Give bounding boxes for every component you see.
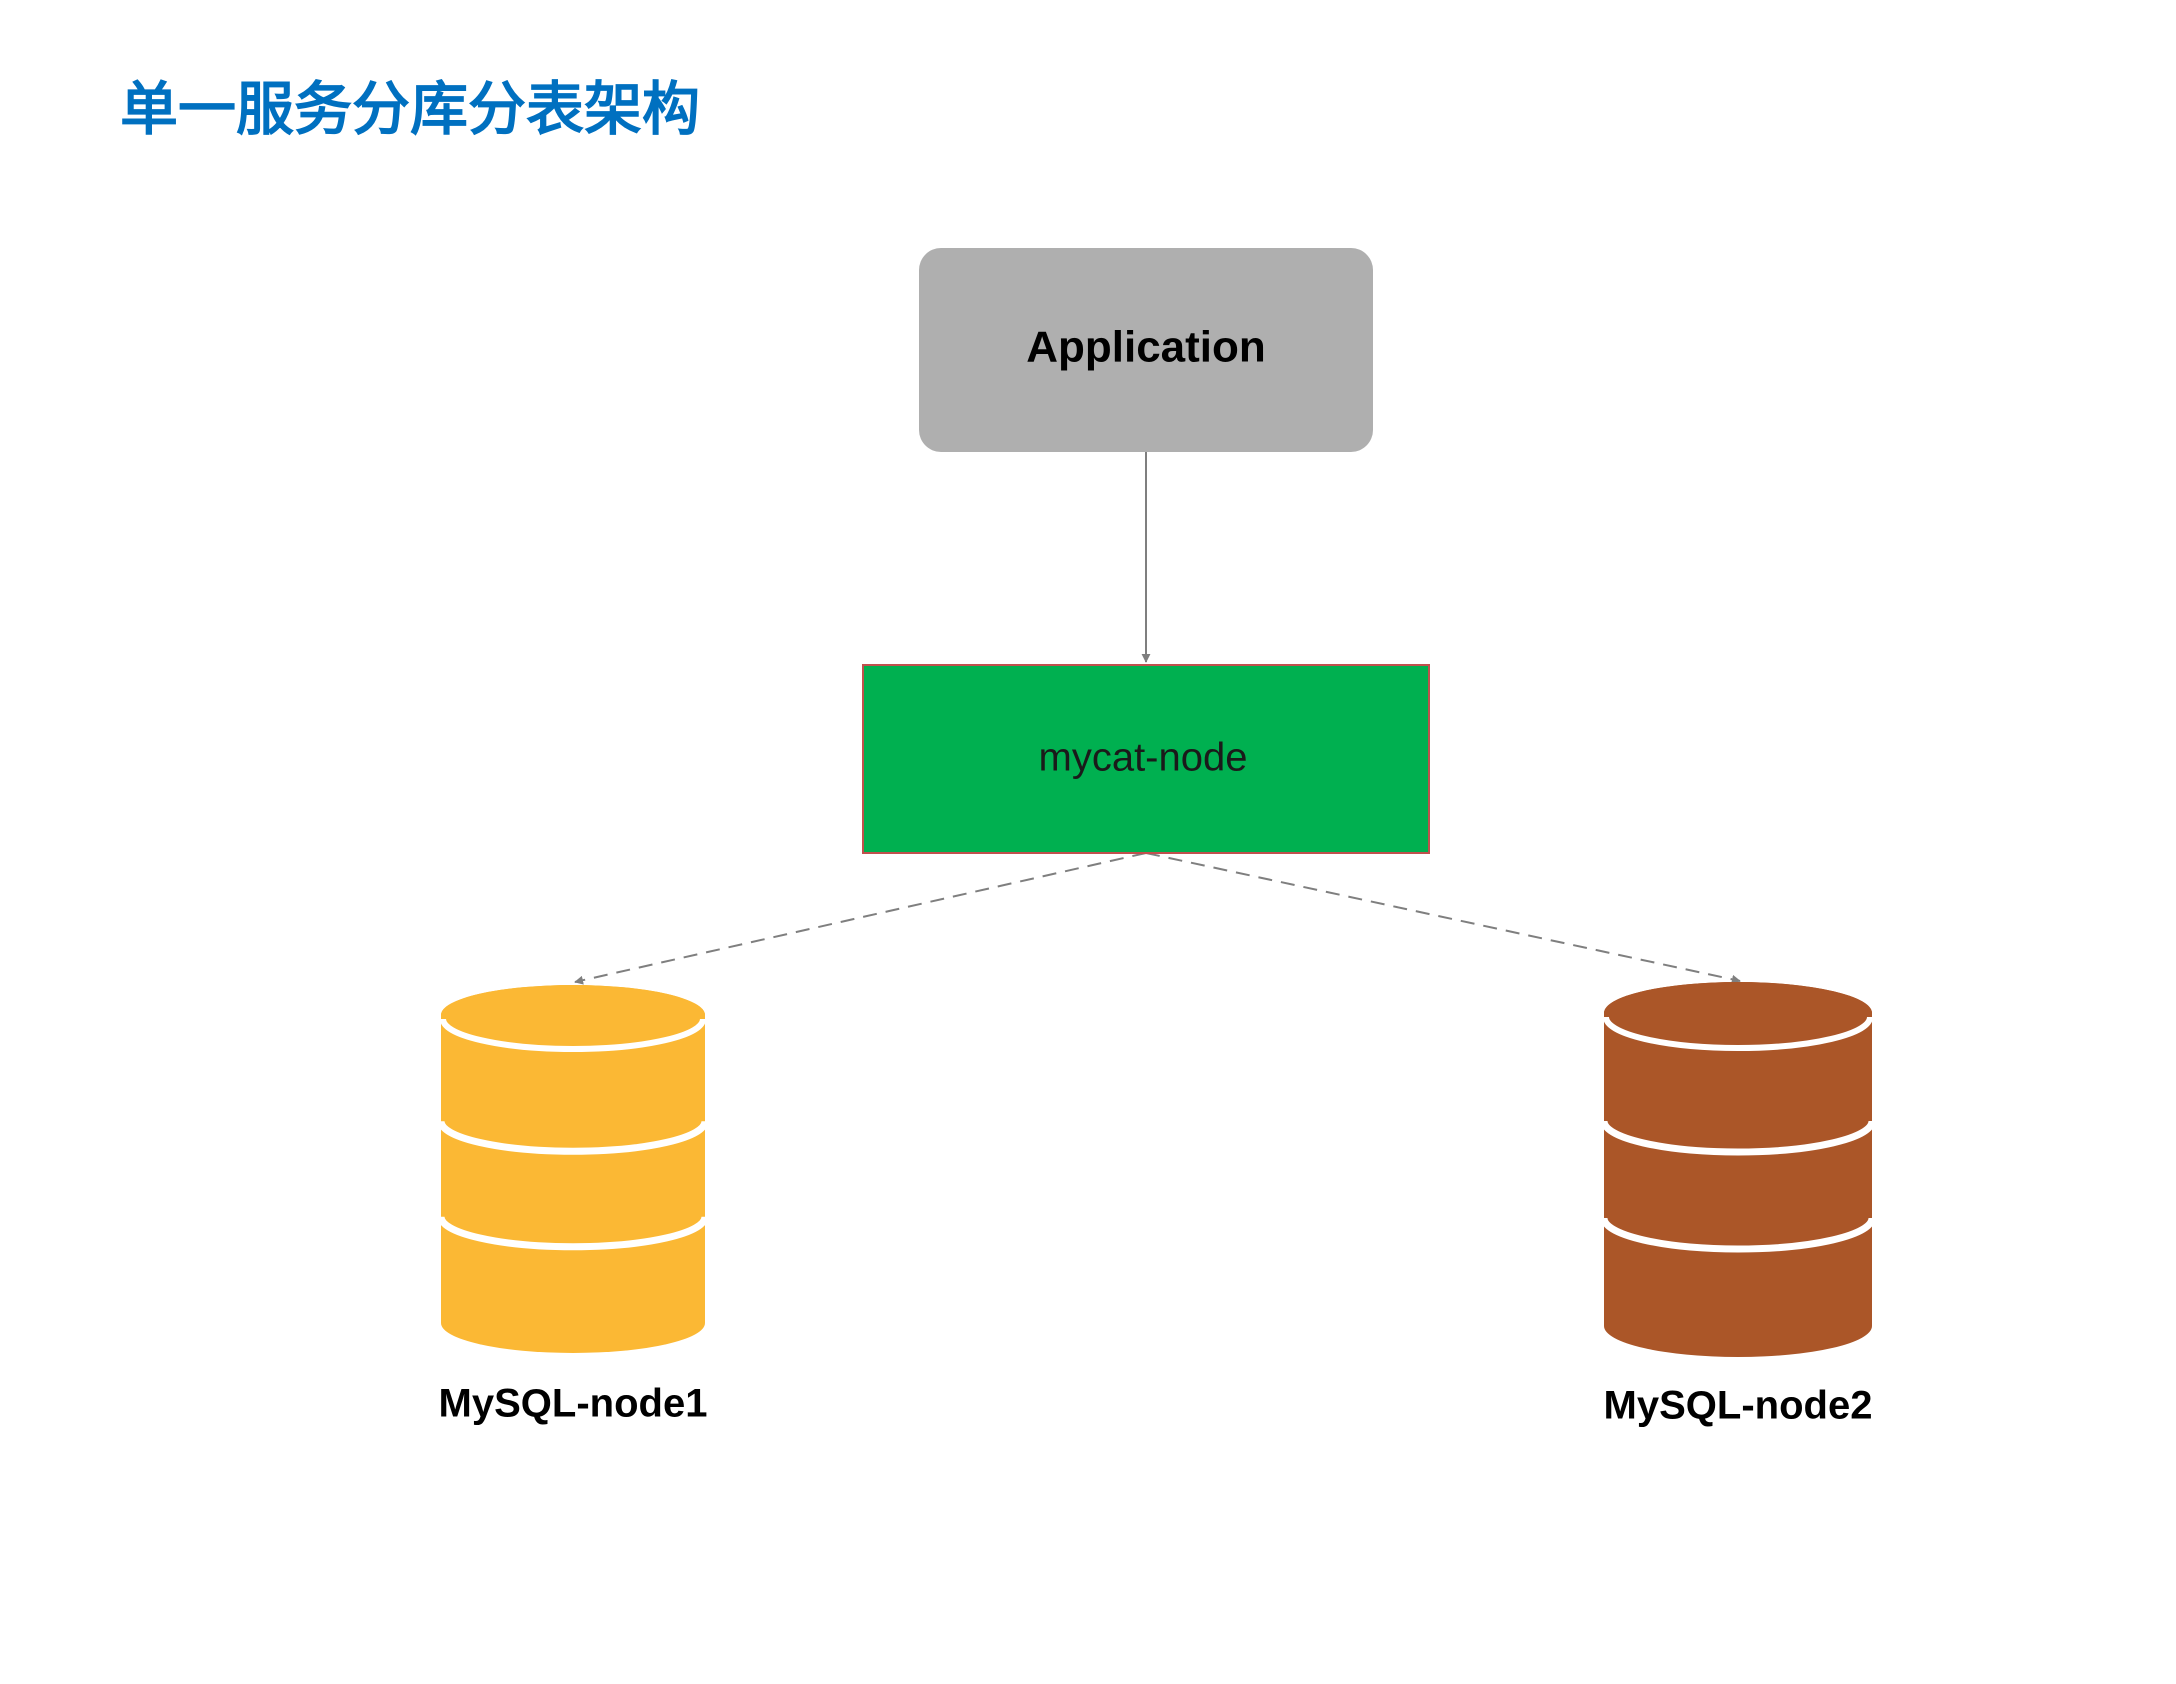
architecture-diagram: Application mycat-node MySQL-node1 MySQL… (437, 248, 1876, 1428)
edge-mycat-to-mysql-node2 (1145, 852, 1741, 984)
edge-mycat-to-mysql-node1 (574, 852, 1147, 985)
mysql-node2[interactable]: MySQL-node2 (1600, 982, 1876, 1428)
application-node[interactable]: Application (919, 248, 1373, 452)
mycat-label: mycat-node (1039, 736, 1248, 780)
application-label: Application (1026, 323, 1266, 372)
mysql-node2-label: MySQL-node2 (1604, 1384, 1873, 1428)
mysql-node1-label: MySQL-node1 (439, 1382, 708, 1426)
mycat-node[interactable]: mycat-node (862, 664, 1430, 854)
database-icon (437, 985, 709, 1353)
mysql-node1[interactable]: MySQL-node1 (437, 985, 709, 1426)
database-icon (1600, 982, 1876, 1357)
